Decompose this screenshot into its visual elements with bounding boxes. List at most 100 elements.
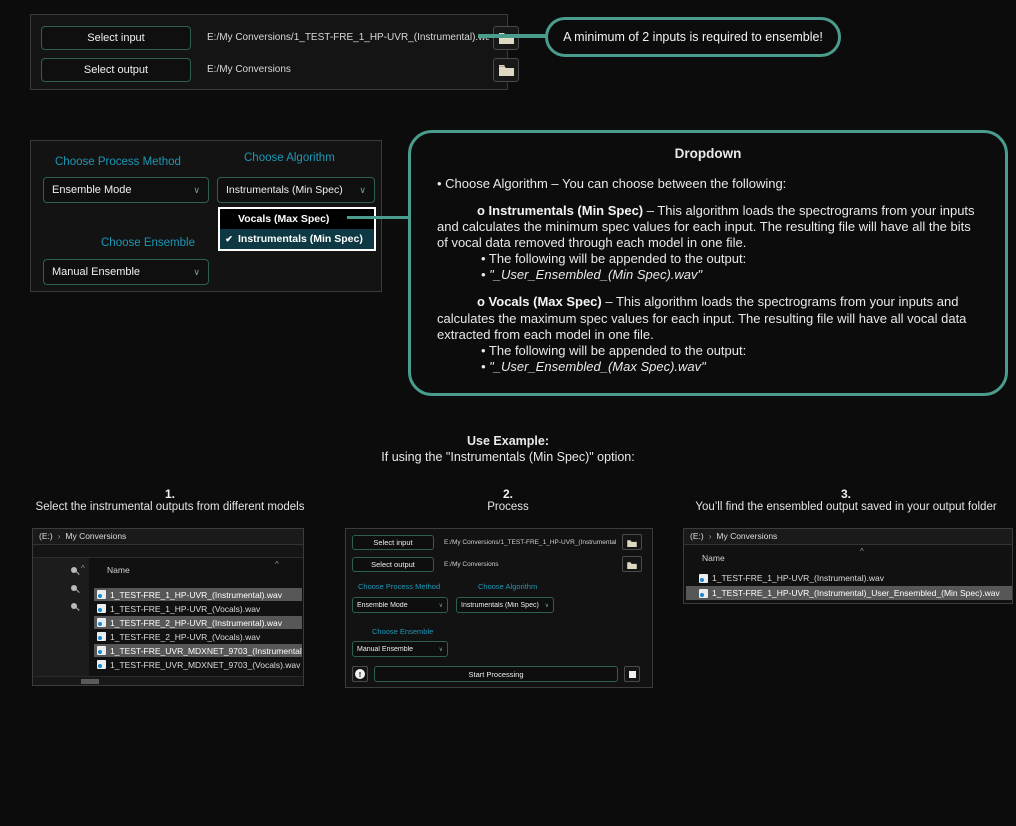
chevron-down-icon: ∨ [359,185,366,196]
audio-file-icon [97,618,106,627]
breadcrumb-folder[interactable]: My Conversions [716,529,777,544]
pin-icon[interactable] [70,584,78,592]
input-path-field[interactable]: E:/My Conversions/1_TEST-FRE_1_HP-UVR_(I… [444,539,616,546]
output-path-field[interactable]: E:/My Conversions [207,64,489,75]
name-column-header[interactable]: Name [702,553,725,563]
ensemble-label: Choose Ensemble [101,237,195,249]
explorer-body: ^ Name ^ 1_TEST-FRE_1_HP-UVR_(Instrument… [33,558,303,685]
select-input-button[interactable]: Select input [41,26,191,50]
file-row[interactable]: 1_TEST-FRE_1_HP-UVR_(Vocals).wav [94,602,302,615]
menu-option-vocals-max-spec[interactable]: Vocals (Max Spec) [220,209,374,229]
horizontal-scrollbar[interactable] [33,676,303,685]
browse-input-button[interactable] [493,26,519,50]
step-1-number: 1. [20,487,320,501]
step-2-caption: Process [358,501,658,513]
settings-info-button[interactable]: ! [352,666,368,682]
algorithm-label: Choose Algorithm [478,582,537,591]
browse-output-button[interactable] [493,58,519,82]
checkmark-icon: ✔ [220,234,238,245]
select-output-button[interactable]: Select output [352,557,434,572]
file-row[interactable]: 1_TEST-FRE_2_HP-UVR_(Instrumental).wav [94,616,302,629]
breadcrumb-arrow-icon: › [58,529,61,544]
file-row[interactable]: 1_TEST-FRE_1_HP-UVR_(Instrumental).wav [94,588,302,601]
use-example-subheading: If using the "Instrumentals (Min Spec)" … [0,450,1016,464]
info-icon: ! [355,669,365,679]
step-3-caption: You’ll find the ensembled output saved i… [678,501,1014,513]
sort-caret-icon: ^ [860,547,864,556]
chevron-down-icon: ∨ [193,267,200,278]
select-input-button[interactable]: Select input [352,535,434,550]
ensemble-dropdown[interactable]: Manual Ensemble ∨ [352,641,448,657]
scrollbar-thumb[interactable] [81,679,99,684]
info-box-item-1-append-label: • The following will be appended to the … [481,251,979,267]
stop-icon [629,671,636,678]
audio-file-icon [97,660,106,669]
sort-caret-icon: ^ [275,560,279,569]
callout-text: A minimum of 2 inputs is required to ens… [563,30,823,44]
folder-icon [499,65,514,76]
info-box-item-1-lead: o Instrumentals (Min Spec) [477,203,643,218]
chevron-down-icon: ∨ [545,602,549,609]
step-2-number: 2. [358,487,658,501]
use-example-heading: Use Example: [0,434,1016,448]
ensemble-dropdown[interactable]: Manual Ensemble ∨ [43,259,209,285]
start-processing-button[interactable]: Start Processing [374,666,618,682]
uvr-app-window: Select input E:/My Conversions/1_TEST-FR… [345,528,653,688]
breadcrumb: (E:) › My Conversions [33,529,303,545]
browse-input-button[interactable] [622,534,642,550]
file-name: 1_TEST-FRE_1_HP-UVR_(Instrumental)_User_… [712,588,1000,598]
algorithm-label: Choose Algorithm [244,152,335,164]
breadcrumb: (E:) › My Conversions [684,529,1012,545]
input-path-field[interactable]: E:/My Conversions/1_TEST-FRE_1_HP-UVR_(I… [207,32,489,43]
algorithm-dropdown[interactable]: Instrumentals (Min Spec) ∨ [456,597,554,613]
infobox-connector-line [347,216,409,219]
breadcrumb-drive[interactable]: (E:) [39,529,53,544]
file-name: 1_TEST-FRE_UVR_MDXNET_9703_(Instrumental… [110,646,302,656]
file-name: 1_TEST-FRE_2_HP-UVR_(Vocals).wav [110,632,260,642]
file-row[interactable]: 1_TEST-FRE_1_HP-UVR_(Instrumental)_User_… [686,586,1012,600]
stop-button[interactable] [624,666,640,682]
chevron-down-icon: ∨ [439,602,443,609]
pin-icon[interactable] [70,566,78,574]
browse-output-button[interactable] [622,556,642,572]
callout-connector-line [478,34,548,38]
file-name: 1_TEST-FRE_UVR_MDXNET_9703_(Vocals).wav [110,660,300,670]
ensemble-value: Manual Ensemble [52,266,189,278]
name-column-header[interactable]: Name [107,565,130,575]
select-output-button[interactable]: Select output [41,58,191,82]
file-row[interactable]: 1_TEST-FRE_UVR_MDXNET_9703_(Vocals).wav [94,658,302,671]
breadcrumb-folder[interactable]: My Conversions [65,529,126,544]
process-method-dropdown[interactable]: Ensemble Mode ∨ [352,597,448,613]
callout-bubble: A minimum of 2 inputs is required to ens… [545,17,841,57]
explorer-window-3: (E:) › My Conversions Name ^ 1_TEST-FRE_… [683,528,1013,604]
output-path-field[interactable]: E:/My Conversions [444,561,616,568]
chevron-down-icon: ∨ [439,646,443,653]
audio-file-icon [97,632,106,641]
process-method-dropdown[interactable]: Ensemble Mode ∨ [43,177,209,203]
file-name: 1_TEST-FRE_1_HP-UVR_(Vocals).wav [110,604,260,614]
file-name: 1_TEST-FRE_1_HP-UVR_(Instrumental).wav [110,590,282,600]
pin-icon[interactable] [70,602,78,610]
file-row[interactable]: 1_TEST-FRE_UVR_MDXNET_9703_(Instrumental… [94,644,302,657]
info-box-item-2-append-value: • "_User_Ensembled_(Max Spec).wav" [481,359,979,375]
sort-caret-icon: ^ [81,564,85,573]
breadcrumb-drive[interactable]: (E:) [690,529,704,544]
explorer-window-1: (E:) › My Conversions ^ Name ^ 1_TEST-FR… [32,528,304,686]
file-name: 1_TEST-FRE_1_HP-UVR_(Instrumental).wav [712,573,884,583]
menu-option-instrumentals-min-spec[interactable]: ✔ Instrumentals (Min Spec) [220,229,374,249]
info-box-intro: • Choose Algorithm – You can choose betw… [437,176,979,192]
step-3-number: 3. [678,487,1014,501]
algorithm-dropdown[interactable]: Instrumentals (Min Spec) ∨ [217,177,375,203]
info-box-item-2-append-label: • The following will be appended to the … [481,343,979,359]
explorer-body: Name ^ 1_TEST-FRE_1_HP-UVR_(Instrumental… [684,545,1012,603]
menu-option-label: Instrumentals (Min Spec) [238,233,363,245]
process-method-value: Ensemble Mode [52,184,189,196]
file-row[interactable]: 1_TEST-FRE_1_HP-UVR_(Instrumental).wav [696,571,1010,585]
folder-icon [627,535,637,550]
file-row[interactable]: 1_TEST-FRE_2_HP-UVR_(Vocals).wav [94,630,302,643]
info-box-item-2: o Vocals (Max Spec) – This algorithm loa… [437,294,979,342]
folder-icon [627,557,637,572]
process-method-value: Ensemble Mode [357,602,437,609]
audio-file-icon [699,589,708,598]
info-box-item-1-append-value: • "_User_Ensembled_(Min Spec).wav" [481,267,979,283]
